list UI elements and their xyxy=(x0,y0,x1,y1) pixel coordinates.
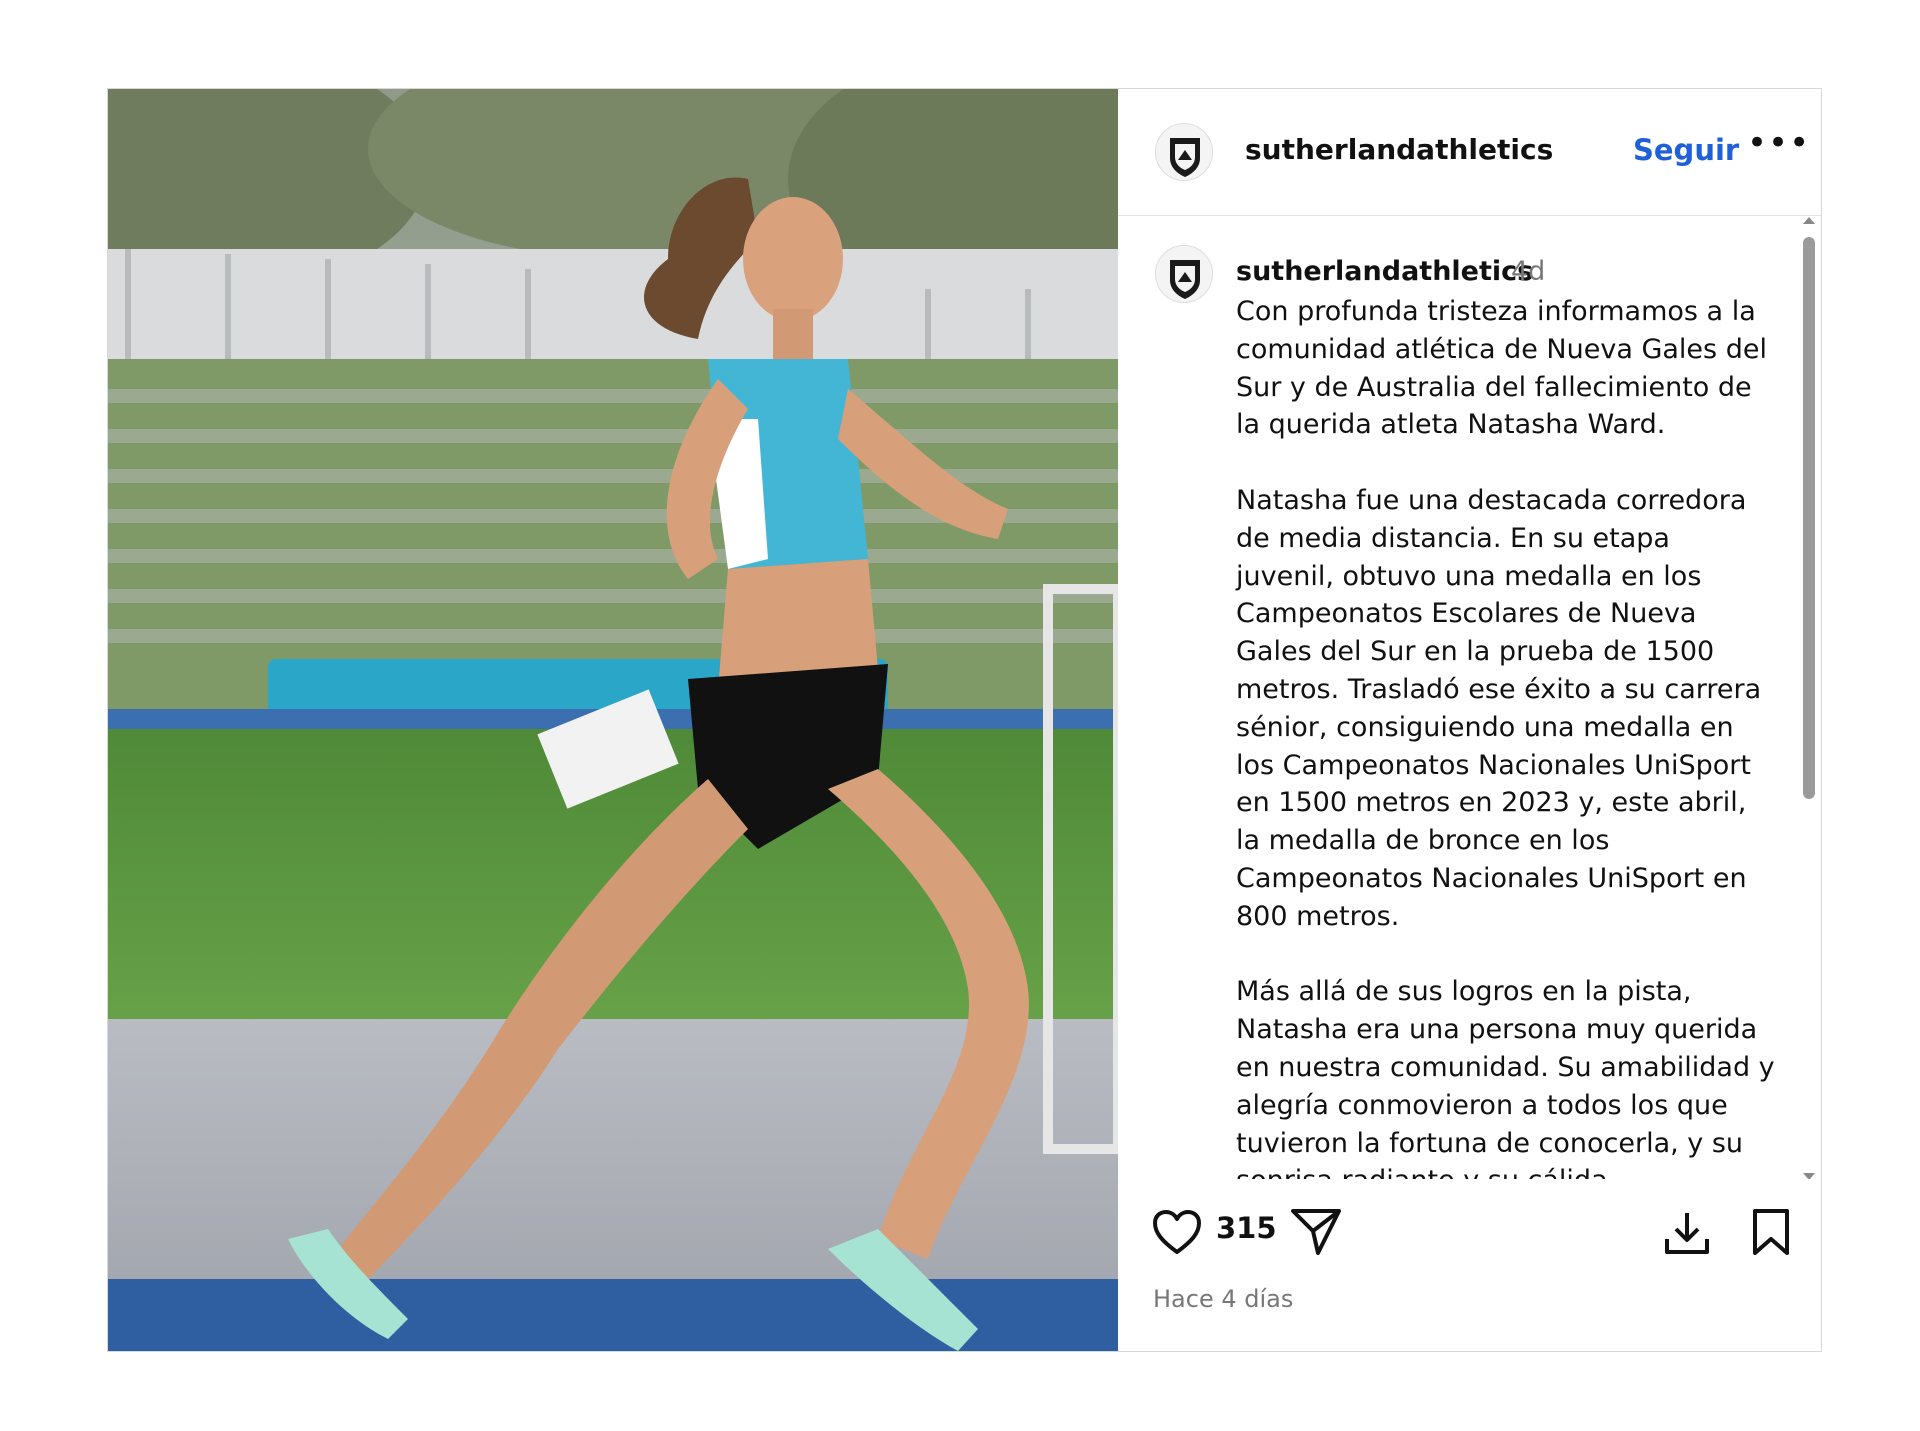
post-date: Hace 4 días xyxy=(1153,1285,1294,1313)
caption-text: Con profunda tristeza informamos a la co… xyxy=(1236,296,1775,1269)
caption-username[interactable]: sutherlandathletics xyxy=(1236,256,1533,287)
download-icon[interactable] xyxy=(1663,1209,1711,1257)
club-logo-icon xyxy=(1156,246,1212,302)
post-sidebar: sutherlandathletics Seguir ••• sutherlan… xyxy=(1118,89,1821,1351)
club-logo-icon xyxy=(1156,124,1212,180)
share-icon[interactable] xyxy=(1290,1207,1342,1257)
post-header: sutherlandathletics Seguir ••• xyxy=(1118,89,1821,216)
heart-icon[interactable] xyxy=(1152,1209,1202,1255)
like-count[interactable]: 315 xyxy=(1216,1211,1277,1245)
header-username[interactable]: sutherlandathletics xyxy=(1245,133,1553,166)
bookmark-icon[interactable] xyxy=(1751,1207,1791,1257)
post-actions: 315 Hace 4 días xyxy=(1118,1179,1821,1351)
scrollbar-thumb[interactable] xyxy=(1803,237,1815,799)
instagram-post: sutherlandathletics Seguir ••• sutherlan… xyxy=(107,88,1822,1352)
caption-area: sutherlandathletics 4d Con profunda tris… xyxy=(1118,216,1821,1269)
follow-button[interactable]: Seguir xyxy=(1633,133,1739,167)
avatar[interactable] xyxy=(1155,123,1213,181)
post-photo[interactable] xyxy=(108,89,1118,1351)
runner-photo xyxy=(108,89,1118,1351)
caption-avatar[interactable] xyxy=(1155,245,1213,303)
caption-time: 4d xyxy=(1511,256,1546,287)
caption-scrollbar[interactable] xyxy=(1800,217,1818,1180)
scroll-up-arrow-icon[interactable] xyxy=(1803,217,1815,224)
more-icon[interactable]: ••• xyxy=(1747,123,1810,163)
